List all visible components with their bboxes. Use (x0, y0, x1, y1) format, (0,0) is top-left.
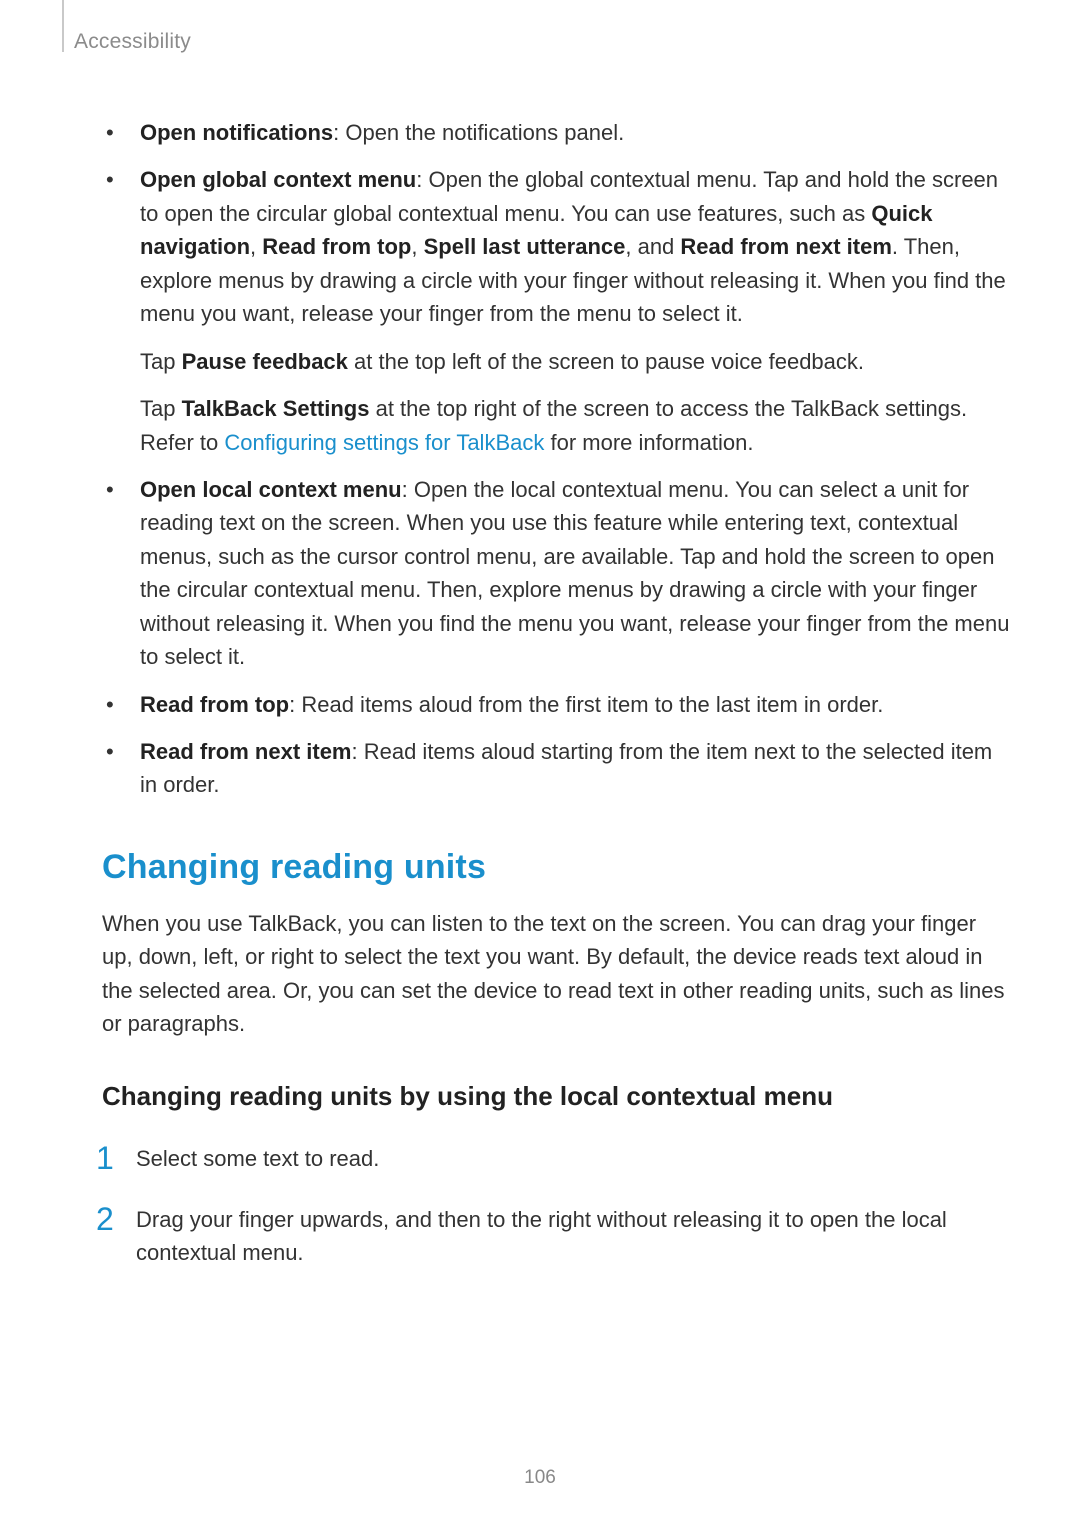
step-text: Select some text to read. (136, 1146, 379, 1171)
list-item: Open notifications: Open the notificatio… (102, 116, 1010, 149)
bullet-label: Open local context menu (140, 477, 402, 502)
sub-heading: Changing reading units by using the loca… (102, 1081, 1010, 1112)
list-item: 1 Select some text to read. (102, 1142, 1010, 1175)
section-paragraph: When you use TalkBack, you can listen to… (102, 907, 1010, 1041)
inline-text: , (250, 234, 262, 259)
bullet-text: : Open the local contextual menu. You ca… (140, 477, 1009, 669)
list-item: Open global context menu: Open the globa… (102, 163, 1010, 459)
inline-bold: TalkBack Settings (182, 396, 370, 421)
list-item: Read from next item: Read items aloud st… (102, 735, 1010, 802)
inline-bold: Read from top (262, 234, 411, 259)
step-text: Drag your finger upwards, and then to th… (136, 1207, 947, 1265)
bullet-label: Open notifications (140, 120, 333, 145)
inline-bold: Read from next item (680, 234, 892, 259)
inline-text: for more information. (544, 430, 753, 455)
numbered-list: 1 Select some text to read. 2 Drag your … (102, 1142, 1010, 1269)
inline-text: Tap (140, 396, 182, 421)
step-number: 2 (96, 1195, 114, 1243)
bullet-label: Read from next item (140, 739, 352, 764)
inline-text: Tap (140, 349, 182, 374)
bullet-text: : Read items aloud from the first item t… (289, 692, 883, 717)
breadcrumb: Accessibility (60, 30, 1020, 54)
sub-paragraph: Tap TalkBack Settings at the top right o… (140, 392, 1010, 459)
step-number: 1 (96, 1134, 114, 1182)
section-title: Changing reading units (102, 848, 1010, 887)
cross-reference-link[interactable]: Configuring settings for TalkBack (224, 430, 544, 455)
bullet-list: Open notifications: Open the notificatio… (102, 116, 1010, 802)
sub-paragraph: Tap Pause feedback at the top left of th… (140, 345, 1010, 378)
bullet-label: Read from top (140, 692, 289, 717)
main-content: Open notifications: Open the notificatio… (60, 116, 1020, 1269)
bullet-text: : Open the notifications panel. (333, 120, 624, 145)
list-item: Open local context menu: Open the local … (102, 473, 1010, 674)
list-item: 2 Drag your finger upwards, and then to … (102, 1203, 1010, 1269)
inline-text: , (411, 234, 423, 259)
inline-text: at the top left of the screen to pause v… (348, 349, 864, 374)
bullet-label: Open global context menu (140, 167, 416, 192)
inline-bold: Pause feedback (182, 349, 348, 374)
page-number: 106 (0, 1467, 1080, 1489)
inline-text: , and (625, 234, 680, 259)
list-item: Read from top: Read items aloud from the… (102, 688, 1010, 721)
header-rule (62, 0, 64, 52)
inline-bold: Spell last utterance (424, 234, 626, 259)
